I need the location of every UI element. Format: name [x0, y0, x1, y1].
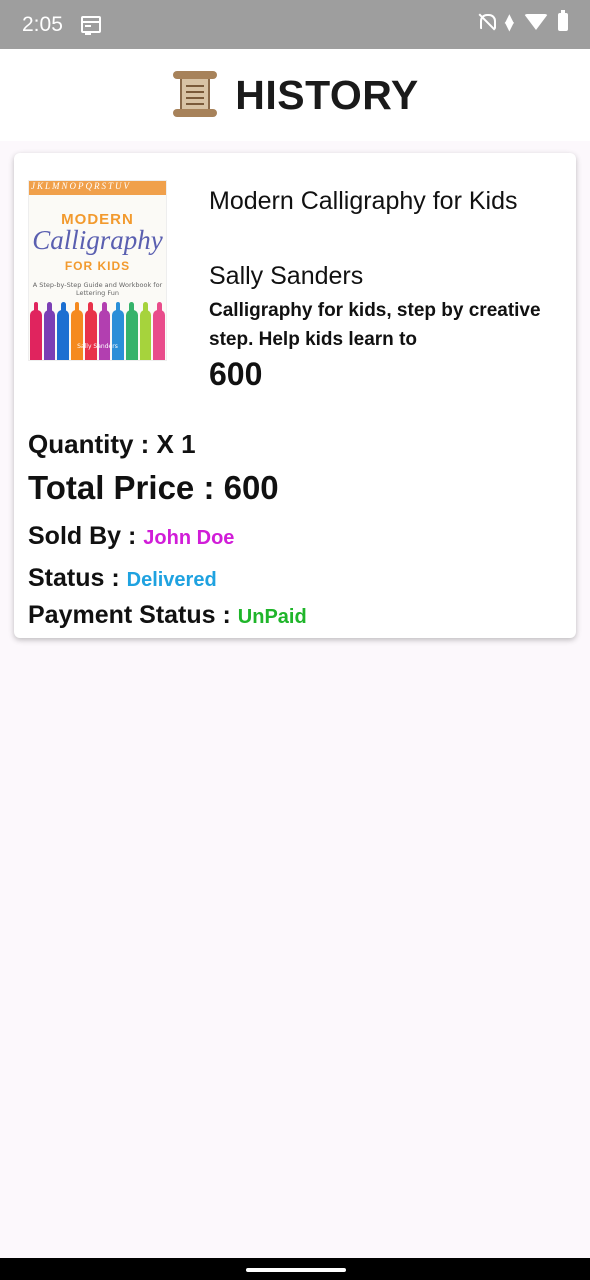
marker-pen [71, 302, 83, 360]
cover-top-strip: JKLMNOPQRSTUV [29, 181, 166, 195]
payment-status-value: UnPaid [237, 606, 307, 628]
system-nav-bar [0, 1258, 590, 1280]
book-title: Modern Calligraphy for Kids [209, 187, 518, 215]
scroll-icon [171, 71, 221, 119]
cover-subtitle: A Step-by-Step Guide and Workbook for Le… [32, 281, 163, 297]
cover-author: Sally Sanders [77, 343, 118, 350]
data-transfer-icon: ▲ ▼ [504, 11, 514, 33]
calendar-notification-icon [80, 16, 101, 35]
cover-markers [29, 302, 166, 360]
marker-pen [84, 302, 97, 360]
status-value: Delivered [126, 569, 217, 591]
marker-pen [139, 302, 152, 360]
total-price-row: Total Price : 600 [28, 469, 279, 507]
payment-status-row: Payment Status : UnPaid [28, 601, 307, 630]
marker-pen [30, 302, 42, 360]
marker-pen [125, 302, 138, 360]
quantity-row: Quantity : X 1 [28, 429, 196, 460]
quantity-label: Quantity : X 1 [28, 429, 196, 459]
total-price-label: Total Price : 600 [28, 469, 279, 506]
marker-pen [153, 302, 166, 360]
marker-pen [112, 302, 124, 360]
status-time: 2:05 [22, 12, 63, 36]
cover-title-line3: FOR KIDS [64, 259, 131, 273]
marker-pen [98, 302, 111, 360]
marker-pen [43, 302, 56, 360]
book-price: 600 [209, 356, 263, 392]
cover-title-line2: Calligraphy [32, 225, 163, 255]
book-cover-image: JKLMNOPQRSTUV MODERN Calligraphy FOR KID… [28, 180, 167, 361]
sold-by-row: Sold By : John Doe [28, 522, 234, 551]
app-header: HISTORY [0, 49, 590, 141]
book-author: Sally Sanders [209, 262, 364, 290]
status-icons: ▲ ▼ [477, 10, 568, 33]
order-card[interactable]: JKLMNOPQRSTUV MODERN Calligraphy FOR KID… [14, 153, 576, 638]
book-description: Calligraphy for kids, step by creative s… [209, 300, 541, 350]
sold-by-label: Sold By : [28, 522, 144, 550]
status-label: Status : [28, 564, 127, 592]
marker-pen [57, 302, 70, 360]
battery-icon [558, 10, 568, 31]
notifications-off-icon [477, 12, 496, 32]
status-row: Status : Delivered [28, 564, 217, 593]
home-gesture-handle[interactable] [246, 1268, 346, 1272]
wifi-icon [524, 14, 548, 30]
payment-status-label: Payment Status : [28, 601, 238, 629]
page-title: HISTORY [235, 71, 419, 118]
seller-name: John Doe [143, 527, 235, 549]
status-bar: 2:05 ▲ ▼ [0, 0, 590, 49]
